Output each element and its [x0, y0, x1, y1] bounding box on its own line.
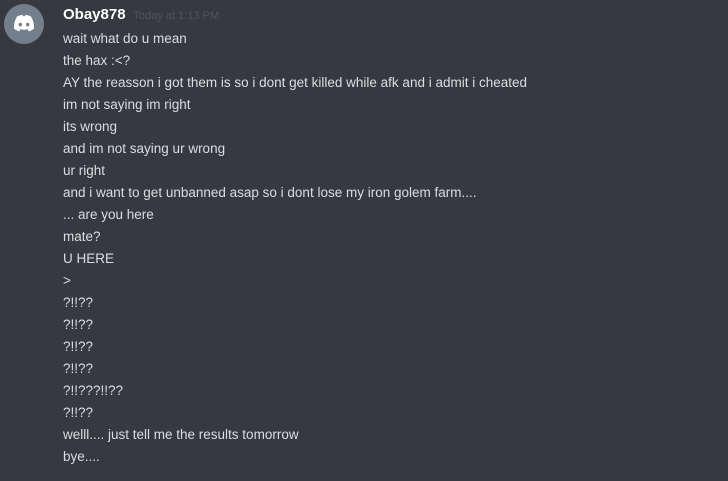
message-text: im not saying im right	[63, 97, 191, 112]
username[interactable]: Obay878	[63, 6, 126, 23]
message-text: ?!!???!!??	[63, 383, 124, 398]
message-text: bye....	[63, 449, 100, 464]
message-text: wait what do u mean	[63, 31, 187, 46]
message-group: Obay878 Today at 1:13 PM wait what do u …	[0, 0, 728, 481]
message-text: welll.... just tell me the results tomor…	[63, 427, 299, 442]
timestamp: Today at 1:13 PM	[133, 10, 220, 22]
message-text: and i want to get unbanned asap so i don…	[63, 185, 477, 200]
discord-logo-icon	[13, 14, 35, 32]
message-text: its wrong	[63, 119, 118, 134]
message-header: Obay878 Today at 1:13 PM	[63, 6, 219, 26]
avatar[interactable]	[4, 4, 44, 44]
message-text: ?!!??	[63, 361, 94, 376]
message-text: the hax :<?	[63, 53, 131, 68]
message-text: >	[63, 273, 71, 288]
message-text: ... are you here	[63, 207, 154, 222]
message-text: ?!!??	[63, 295, 94, 310]
message-text: ur right	[63, 163, 106, 178]
message-text: U HERE	[63, 251, 115, 266]
message-text: ?!!??	[63, 405, 94, 420]
message-text: ?!!??	[63, 339, 94, 354]
message-text: mate?	[63, 229, 101, 244]
message-text: and im not saying ur wrong	[63, 141, 226, 156]
message-text: ?!!??	[63, 317, 94, 332]
message-text: AY the reasson i got them is so i dont g…	[63, 75, 528, 90]
message-list: wait what do u mean the hax :<? AY the r…	[63, 28, 713, 468]
